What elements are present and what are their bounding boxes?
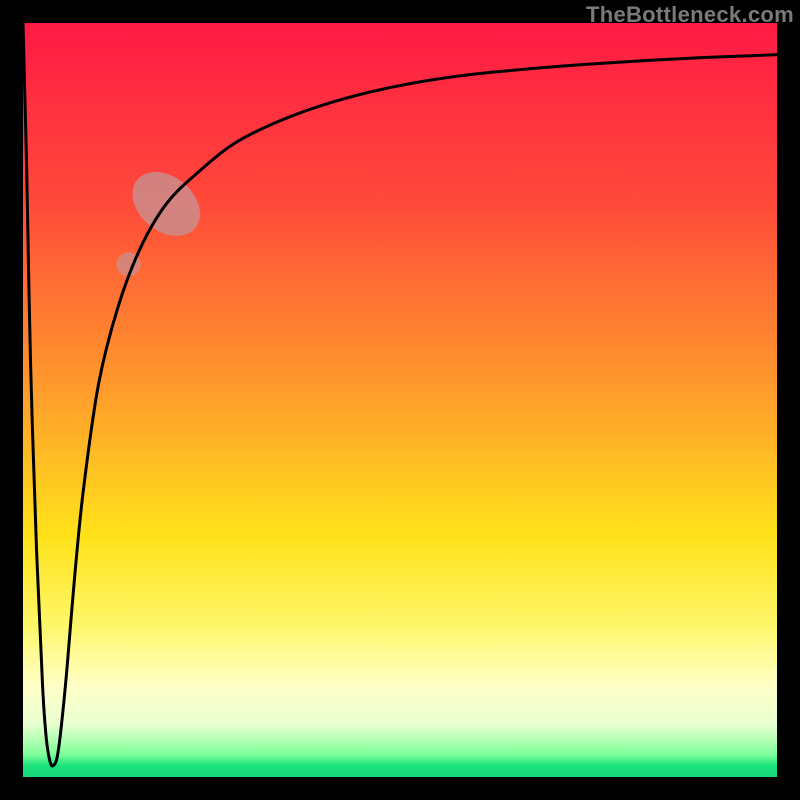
chart-canvas: TheBottleneck.com (0, 0, 800, 800)
curve-layer (23, 23, 777, 777)
plot-frame (23, 23, 777, 777)
bottleneck-curve (23, 23, 777, 766)
watermark-text: TheBottleneck.com (586, 2, 794, 28)
